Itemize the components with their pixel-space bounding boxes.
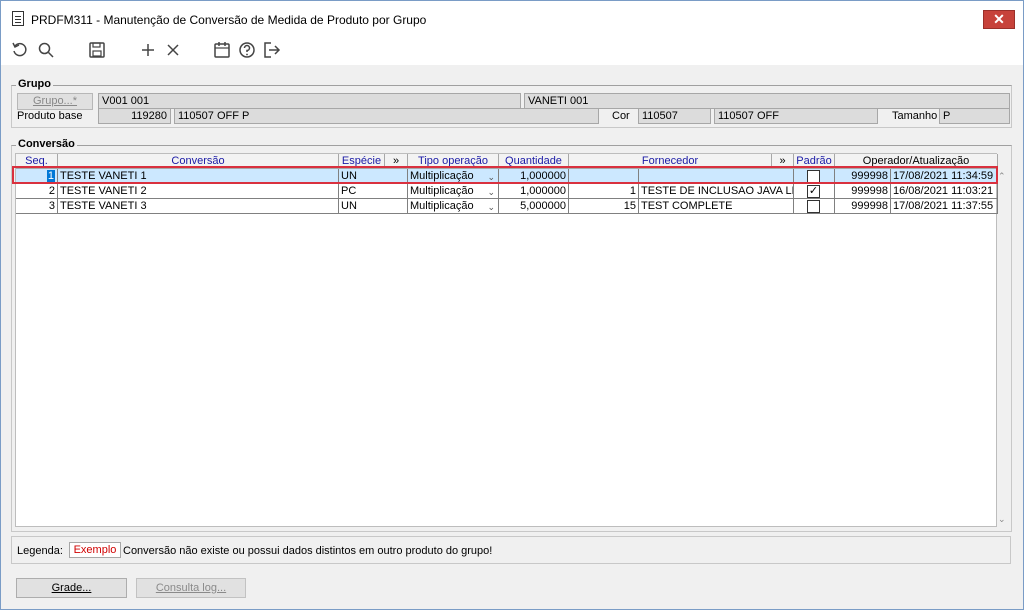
grade-button-label: Grade... (51, 582, 92, 594)
seq-value[interactable]: 1 (46, 170, 55, 182)
conversao-section-title: Conversão (16, 138, 77, 150)
padrao-cell: ✓ (794, 184, 835, 199)
column-header-operador[interactable]: Operador/Atualização (835, 154, 998, 169)
consulta-log-button-label: Consulta log... (155, 582, 227, 594)
legenda-exemplo: Exemplo (69, 542, 121, 558)
legenda-text: Conversão não existe ou possui dados dis… (123, 545, 493, 557)
expand-columns-button[interactable]: » (385, 154, 408, 169)
refresh-icon[interactable] (10, 40, 30, 60)
chevron-down-icon[interactable]: ⌄ (487, 185, 495, 198)
fornecedor-name-cell: TESTE DE INCLUSAO JAVA LEO (639, 184, 794, 199)
padrao-cell (794, 169, 835, 184)
padrao-checkbox[interactable] (807, 200, 820, 213)
tamanho-field[interactable]: P (939, 108, 1010, 124)
produto-base-label: Produto base (17, 110, 83, 122)
consulta-log-button[interactable]: Consulta log... (136, 578, 246, 598)
produto-desc-field: 110507 OFF P (174, 108, 599, 124)
data-cell: 17/08/2021 11:37:55 (891, 199, 998, 214)
padrao-checkbox[interactable] (807, 170, 820, 183)
tipo-value: Multiplicação (410, 185, 474, 197)
toolbar (1, 37, 1023, 65)
quantidade-cell[interactable]: 5,000000 (499, 199, 569, 214)
tipo-value: Multiplicação (410, 170, 474, 182)
seq-cell[interactable]: 1 (16, 169, 58, 184)
fornecedor-code-cell[interactable] (569, 169, 639, 184)
tipo-select[interactable]: Multiplicação ⌄ (408, 184, 499, 199)
padrao-cell (794, 199, 835, 214)
seq-cell[interactable]: 3 (16, 199, 58, 214)
cor-code-field[interactable]: 110507 (638, 108, 711, 124)
close-button[interactable]: ✕ (983, 10, 1015, 29)
delete-icon[interactable] (163, 40, 183, 60)
column-header-padrao[interactable]: Padrão (794, 154, 835, 169)
cor-desc-field: 110507 OFF (714, 108, 878, 124)
fornecedor-name-cell: TEST COMPLETE (639, 199, 794, 214)
search-icon[interactable] (36, 40, 56, 60)
table-row[interactable]: 3 TESTE VANETI 3 UN Multiplicação ⌄ 5,000… (16, 199, 998, 214)
especie-cell[interactable]: UN (339, 169, 408, 184)
grupo-code-field[interactable]: V001 001 (98, 93, 521, 109)
window-title: PRDFM311 - Manutenção de Conversão de Me… (31, 13, 427, 27)
exit-icon[interactable] (262, 40, 282, 60)
produto-code-field[interactable]: 119280 (98, 108, 171, 124)
operador-cell: 999998 (835, 199, 891, 214)
operador-cell: 999998 (835, 184, 891, 199)
save-icon[interactable] (87, 40, 107, 60)
title-bar: PRDFM311 - Manutenção de Conversão de Me… (1, 1, 1023, 37)
column-header-quantidade[interactable]: Quantidade (499, 154, 569, 169)
table-row[interactable]: 2 TESTE VANETI 2 PC Multiplicação ⌄ 1,000… (16, 184, 998, 199)
grade-button[interactable]: Grade... (16, 578, 127, 598)
add-icon[interactable] (138, 40, 158, 60)
chevron-down-icon[interactable]: ⌄ (487, 200, 495, 213)
tipo-select[interactable]: Multiplicação ⌄ (408, 169, 499, 184)
main-window: PRDFM311 - Manutenção de Conversão de Me… (0, 0, 1024, 610)
expand-fornecedor-button[interactable]: » (772, 154, 794, 169)
tamanho-label: Tamanho (892, 110, 938, 122)
tipo-value: Multiplicação (410, 200, 474, 212)
chevron-down-icon[interactable]: ⌄ (487, 170, 495, 183)
conversao-cell[interactable]: TESTE VANETI 2 (58, 184, 339, 199)
column-header-seq[interactable]: Seq. (16, 154, 58, 169)
seq-cell[interactable]: 2 (16, 184, 58, 199)
padrao-checkbox[interactable]: ✓ (807, 185, 820, 198)
quantidade-cell[interactable]: 1,000000 (499, 169, 569, 184)
data-cell: 16/08/2021 11:03:21 (891, 184, 998, 199)
fornecedor-code-cell[interactable]: 15 (569, 199, 639, 214)
column-header-especie[interactable]: Espécie (339, 154, 385, 169)
tipo-select[interactable]: Multiplicação ⌄ (408, 199, 499, 214)
grupo-button[interactable]: Grupo...* (17, 93, 93, 110)
help-icon[interactable] (237, 40, 257, 60)
scroll-up-icon[interactable]: ⌃ (998, 171, 1008, 182)
document-icon (12, 11, 24, 26)
grupo-desc-field: VANETI 001 (524, 93, 1010, 109)
column-header-tipo-operacao[interactable]: Tipo operação (408, 154, 499, 169)
data-cell: 17/08/2021 11:34:59 (891, 169, 998, 184)
especie-cell[interactable]: UN (339, 199, 408, 214)
calendar-icon[interactable] (212, 40, 232, 60)
cor-label: Cor (612, 110, 630, 122)
conversao-cell[interactable]: TESTE VANETI 3 (58, 199, 339, 214)
quantidade-cell[interactable]: 1,000000 (499, 184, 569, 199)
column-header-fornecedor[interactable]: Fornecedor (569, 154, 772, 169)
column-header-conversao[interactable]: Conversão (58, 154, 339, 169)
especie-cell[interactable]: PC (339, 184, 408, 199)
legenda-label: Legenda: (17, 545, 63, 557)
fornecedor-name-cell (639, 169, 794, 184)
conversao-grid: Seq. Conversão Espécie » Tipo operação Q… (15, 153, 998, 527)
conversao-cell[interactable]: TESTE VANETI 1 (58, 169, 339, 184)
grupo-section-title: Grupo (16, 78, 53, 90)
scroll-down-icon[interactable]: ⌄ (998, 514, 1008, 525)
fornecedor-code-cell[interactable]: 1 (569, 184, 639, 199)
table-row[interactable]: 1 TESTE VANETI 1 UN Multiplicação ⌄ 1,000… (16, 169, 998, 184)
operador-cell: 999998 (835, 169, 891, 184)
